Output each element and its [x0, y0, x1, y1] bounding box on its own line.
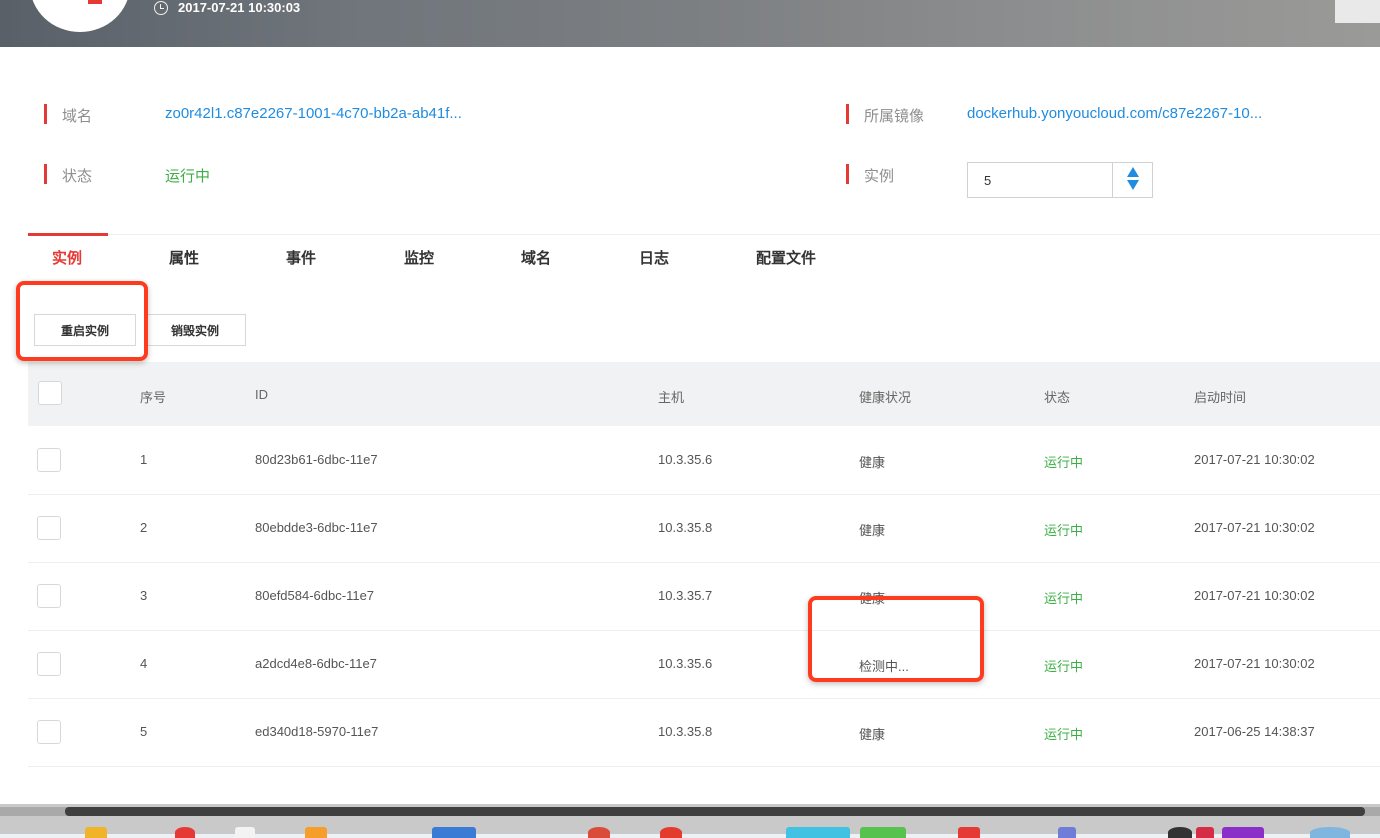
- row-number: 2: [140, 520, 148, 535]
- start-time: 2017-07-21 10:30:02: [1194, 520, 1315, 535]
- run-status: 运行中: [1044, 727, 1084, 742]
- instances-stepper[interactable]: 5: [967, 162, 1153, 198]
- scrollbar-thumb[interactable]: [65, 807, 1365, 816]
- row-checkbox[interactable]: [37, 516, 61, 540]
- run-status: 运行中: [1044, 523, 1084, 538]
- annotation-box-restart: [16, 281, 148, 361]
- dock-app-icon[interactable]: [85, 827, 107, 838]
- host-ip: 10.3.35.6: [658, 656, 713, 671]
- tabs-divider: [28, 234, 1380, 235]
- destroy-instance-button[interactable]: 销毁实例: [144, 314, 246, 346]
- select-all-checkbox[interactable]: [38, 381, 62, 405]
- table-row[interactable]: 4 a2dcd4e8-6dbc-11e7 10.3.35.6 检测中... 运行…: [28, 631, 1380, 699]
- table-row[interactable]: 3 80efd584-6dbc-11e7 10.3.35.7 健康 运行中 20…: [28, 563, 1380, 631]
- domain-marker: [44, 104, 47, 124]
- clock-icon: [154, 1, 168, 15]
- host-ip: 10.3.35.7: [658, 588, 713, 603]
- instance-id: 80ebdde3-6dbc-11e7: [255, 520, 378, 535]
- stepper-buttons[interactable]: [1112, 163, 1152, 197]
- dock-app-icon[interactable]: [305, 827, 327, 838]
- health-status: 健康: [859, 727, 886, 742]
- start-time: 2017-07-21 10:30:02: [1194, 588, 1315, 603]
- tab-monitoring[interactable]: 监控: [404, 247, 434, 268]
- row-number: 4: [140, 656, 148, 671]
- dock-app-icon[interactable]: [1310, 827, 1350, 838]
- status-marker: [44, 164, 47, 184]
- instances-value[interactable]: 5: [984, 173, 991, 188]
- row-checkbox[interactable]: [37, 652, 61, 676]
- table-row[interactable]: 5 ed340d18-5970-11e7 10.3.35.8 健康 运行中 20…: [28, 699, 1380, 767]
- host-ip: 10.3.35.8: [658, 724, 713, 739]
- host-ip: 10.3.35.8: [658, 520, 713, 535]
- run-status: 运行中: [1044, 659, 1084, 674]
- instances-marker: [846, 164, 849, 184]
- stepper-up-icon[interactable]: [1127, 167, 1139, 177]
- row-checkbox[interactable]: [37, 584, 61, 608]
- domain-label: 域名: [62, 108, 93, 125]
- dock-app-icon[interactable]: [1196, 827, 1214, 838]
- dock-app-icon[interactable]: [235, 827, 255, 838]
- dock-app-icon[interactable]: [1058, 827, 1076, 838]
- tab-config-files[interactable]: 配置文件: [756, 247, 816, 268]
- column-header: 状态: [1044, 390, 1071, 405]
- column-header: ID: [255, 387, 268, 402]
- created-timestamp: 2017-07-21 10:30:03: [178, 0, 301, 15]
- row-number: 3: [140, 588, 148, 603]
- dock-app-icon[interactable]: [175, 827, 195, 838]
- column-header: 主机: [658, 390, 685, 405]
- instances-label: 实例: [864, 168, 895, 185]
- dock-app-icon[interactable]: [432, 827, 476, 838]
- table-row[interactable]: 1 80d23b61-6dbc-11e7 10.3.35.6 健康 运行中 20…: [28, 427, 1380, 495]
- header-corner-button[interactable]: [1335, 0, 1380, 23]
- run-status: 运行中: [1044, 455, 1084, 470]
- column-header: 健康状况: [859, 390, 912, 405]
- start-time: 2017-07-21 10:30:02: [1194, 656, 1315, 671]
- dock-app-icon[interactable]: [786, 827, 850, 838]
- tab-instances[interactable]: 实例: [52, 247, 82, 268]
- app-avatar: [30, 0, 130, 32]
- dock-app-icon[interactable]: [588, 827, 610, 838]
- dock-app-icon[interactable]: [860, 827, 906, 838]
- instance-id: 80d23b61-6dbc-11e7: [255, 452, 378, 467]
- stepper-down-icon[interactable]: [1127, 180, 1139, 190]
- instance-id: a2dcd4e8-6dbc-11e7: [255, 656, 377, 671]
- dock-app-icon[interactable]: [1222, 827, 1264, 838]
- row-checkbox[interactable]: [37, 448, 61, 472]
- column-header: 启动时间: [1194, 390, 1247, 405]
- row-number: 1: [140, 452, 148, 467]
- health-status: 健康: [859, 523, 886, 538]
- instance-id: 80efd584-6dbc-11e7: [255, 588, 375, 603]
- tab-events[interactable]: 事件: [286, 247, 316, 268]
- table-header: 序号 ID 主机 健康状况 状态 启动时间: [28, 362, 1380, 426]
- host-ip: 10.3.35.6: [658, 452, 713, 467]
- image-link[interactable]: dockerhub.yonyoucloud.com/c87e2267-10...: [967, 105, 1262, 122]
- health-status: 健康: [859, 455, 886, 470]
- image-label: 所属镜像: [864, 108, 925, 125]
- start-time: 2017-07-21 10:30:02: [1194, 452, 1315, 467]
- status-label: 状态: [62, 168, 93, 185]
- header-banner: 2017-07-21 10:30:03: [0, 0, 1380, 47]
- bottom-strip: [0, 804, 1380, 838]
- status-value: 运行中: [165, 168, 211, 185]
- dock-app-icon[interactable]: [1168, 827, 1192, 838]
- run-status: 运行中: [1044, 591, 1084, 606]
- row-number: 5: [140, 724, 148, 739]
- column-header: 序号: [140, 390, 167, 405]
- instance-id: ed340d18-5970-11e7: [255, 724, 379, 739]
- table-row[interactable]: 2 80ebdde3-6dbc-11e7 10.3.35.8 健康 运行中 20…: [28, 495, 1380, 563]
- domain-link[interactable]: zo0r42l1.c87e2267-1001-4c70-bb2a-ab41f..…: [165, 105, 462, 122]
- tab-logs[interactable]: 日志: [639, 247, 669, 268]
- image-marker: [846, 104, 849, 124]
- annotation-box-health: [808, 596, 984, 682]
- tab-domains[interactable]: 域名: [521, 247, 551, 268]
- row-checkbox[interactable]: [37, 720, 61, 744]
- dock-app-icon[interactable]: [660, 827, 682, 838]
- start-time: 2017-06-25 14:38:37: [1194, 724, 1315, 739]
- avatar-badge: [88, 0, 102, 4]
- active-tab-indicator: [28, 233, 108, 236]
- dock-app-icon[interactable]: [958, 827, 980, 838]
- tab-properties[interactable]: 属性: [169, 247, 199, 268]
